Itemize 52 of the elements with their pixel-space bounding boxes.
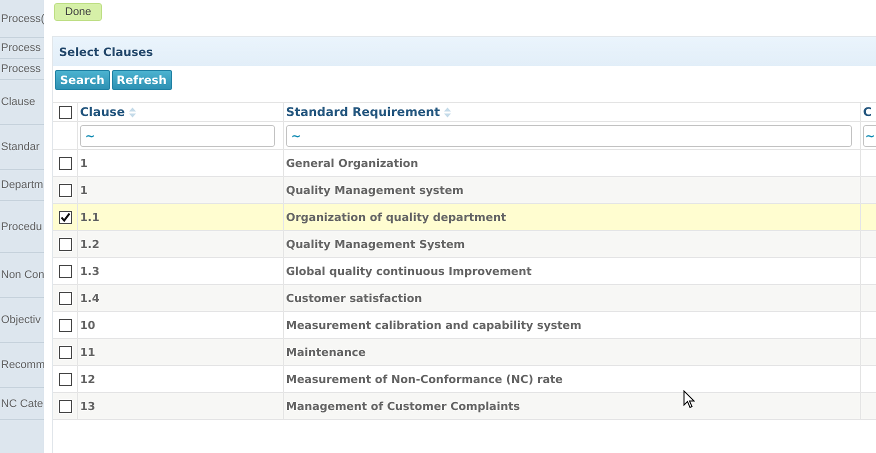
checkbox[interactable] [58, 156, 72, 170]
filter-field[interactable]: ~ [286, 124, 852, 146]
table-cell: Measurement calibration and capability system [286, 318, 582, 332]
table-cell: Organization of quality department [286, 210, 506, 224]
table-cell: 12 [80, 372, 96, 386]
sidebar-item[interactable]: Process [0, 59, 44, 80]
sidebar-item[interactable]: Process( [0, 0, 44, 38]
sidebar-item[interactable]: Clause [0, 80, 44, 125]
table-cell: Quality Management system [286, 184, 464, 196]
filter-field[interactable]: ~ [80, 124, 275, 146]
table-cell: 1 [80, 156, 88, 170]
filter-field[interactable]: ~ [863, 124, 876, 146]
checkbox[interactable] [58, 210, 72, 224]
panel-title: Select Clauses [59, 44, 153, 58]
table-cell: Maintenance [286, 346, 366, 358]
sidebar-item[interactable]: Procedu [0, 201, 44, 253]
sidebar-item[interactable]: Standar [0, 125, 44, 170]
table-cell: 1 [80, 184, 88, 196]
checkbox[interactable] [58, 238, 72, 250]
table-cell: 10 [80, 318, 96, 332]
table-cell: 1.1 [80, 210, 100, 224]
table-cell: 11 [80, 346, 96, 358]
table-cell: Customer satisfaction [286, 292, 422, 304]
sidebar-item[interactable]: Objectiv [0, 298, 44, 343]
column-header[interactable]: C [863, 105, 872, 119]
column-header[interactable]: Standard Requirement [286, 105, 440, 119]
sidebar-item[interactable]: Departm [0, 170, 44, 201]
checkbox[interactable] [58, 106, 72, 118]
table-cell: 1.3 [80, 264, 100, 278]
checkbox[interactable] [58, 318, 72, 332]
table-cell: 1.4 [80, 292, 100, 304]
table-cell: Global quality continuous Improvement [286, 264, 532, 278]
sidebar-item[interactable]: Recomm [0, 343, 44, 388]
table-cell: Measurement of Non-Conformance (NC) rate [286, 372, 563, 386]
sidebar-item[interactable]: Non Con [0, 253, 44, 298]
checkbox[interactable] [58, 292, 72, 304]
table-cell: Management of Customer Complaints [286, 400, 520, 412]
action-button[interactable]: Refresh [112, 70, 172, 90]
sidebar-item[interactable]: NC Cate [0, 388, 44, 420]
checkbox[interactable] [58, 264, 72, 278]
column-header[interactable]: Clause [80, 105, 125, 119]
checkbox[interactable] [58, 400, 72, 412]
table-cell: 13 [80, 400, 96, 412]
sidebar-item[interactable]: Process [0, 38, 44, 59]
table-cell: General Organization [286, 156, 418, 170]
table-cell: Quality Management System [286, 238, 466, 250]
checkbox[interactable] [58, 346, 72, 358]
table-cell: 1.2 [80, 238, 100, 250]
done-button[interactable]: Done [54, 3, 102, 21]
checkbox[interactable] [58, 372, 72, 386]
checkbox[interactable] [58, 184, 72, 196]
action-button[interactable]: Search [55, 70, 110, 90]
